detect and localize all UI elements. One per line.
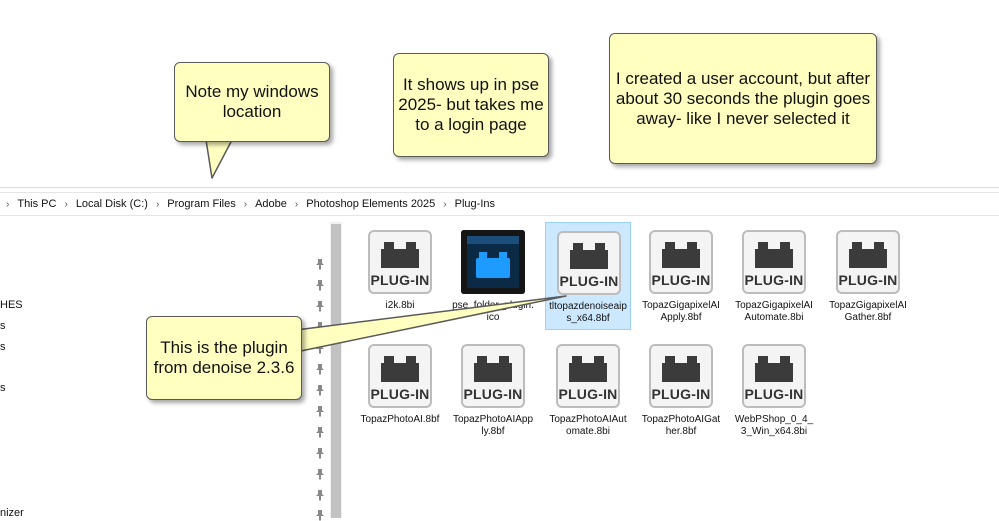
callout-windows-location: Note my windows location [174,62,330,142]
callout-denoise-plugin: This is the plugin from denoise 2.3.6 [146,316,302,400]
callout-user-account: I created a user account, but after abou… [609,33,877,164]
callout-login-page: It shows up in pse 2025- but takes me to… [393,53,549,157]
